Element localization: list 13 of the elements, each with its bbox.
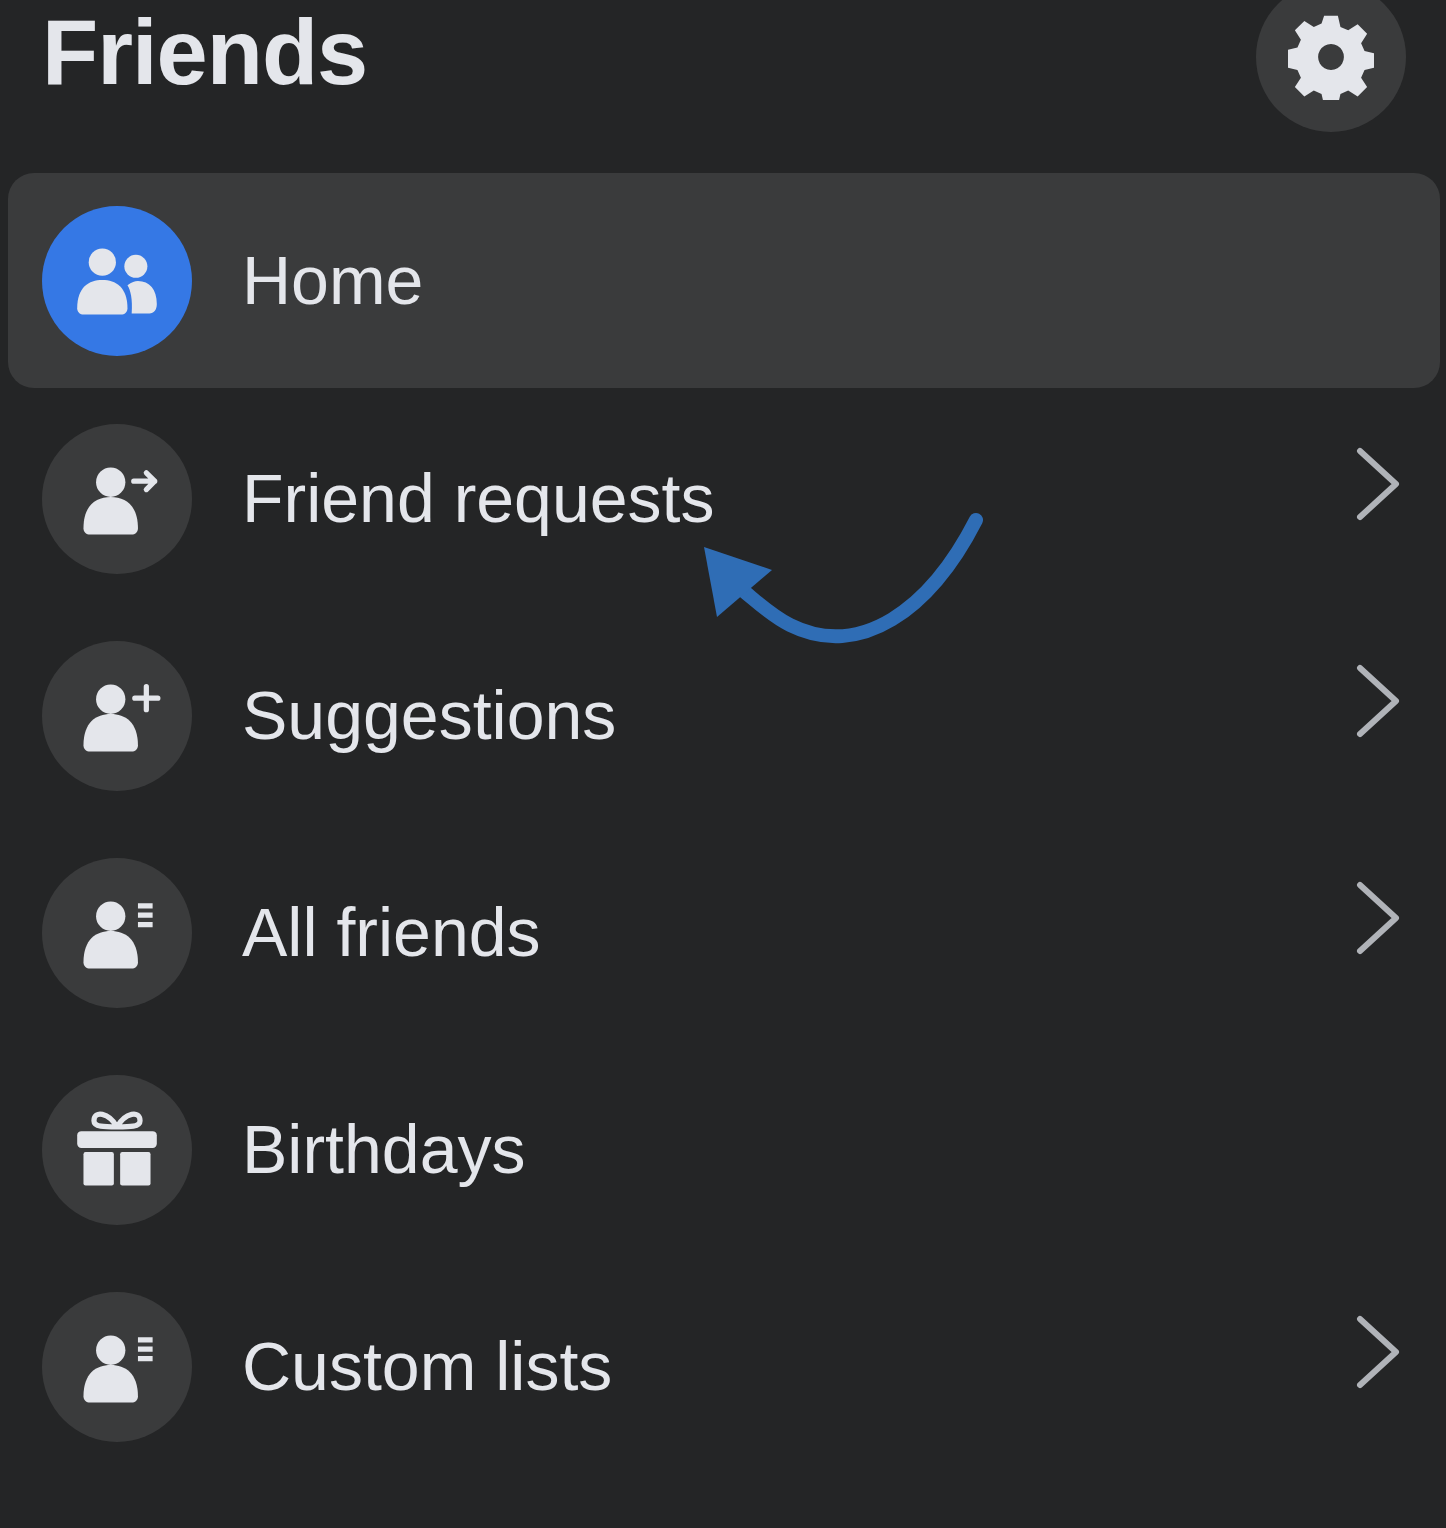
- menu-item-label: Suggestions: [242, 678, 618, 753]
- settings-icon: [1288, 14, 1374, 100]
- menu-item-label: Custom lists: [242, 1329, 614, 1404]
- menu-item[interactable]: Suggestions: [8, 607, 1440, 824]
- menu-item[interactable]: Birthdays: [8, 1041, 1440, 1258]
- menu-item-label: Birthdays: [242, 1112, 527, 1187]
- menu-item-label: All friends: [242, 895, 542, 970]
- menu-item[interactable]: All friends: [8, 824, 1440, 1041]
- page-title: Friends: [42, 6, 368, 98]
- menu-item-label: Home: [242, 243, 425, 318]
- menu-item[interactable]: Home: [8, 173, 1440, 388]
- menu-item-label: Friend requests: [242, 461, 716, 536]
- menu-item[interactable]: Custom lists: [8, 1258, 1440, 1475]
